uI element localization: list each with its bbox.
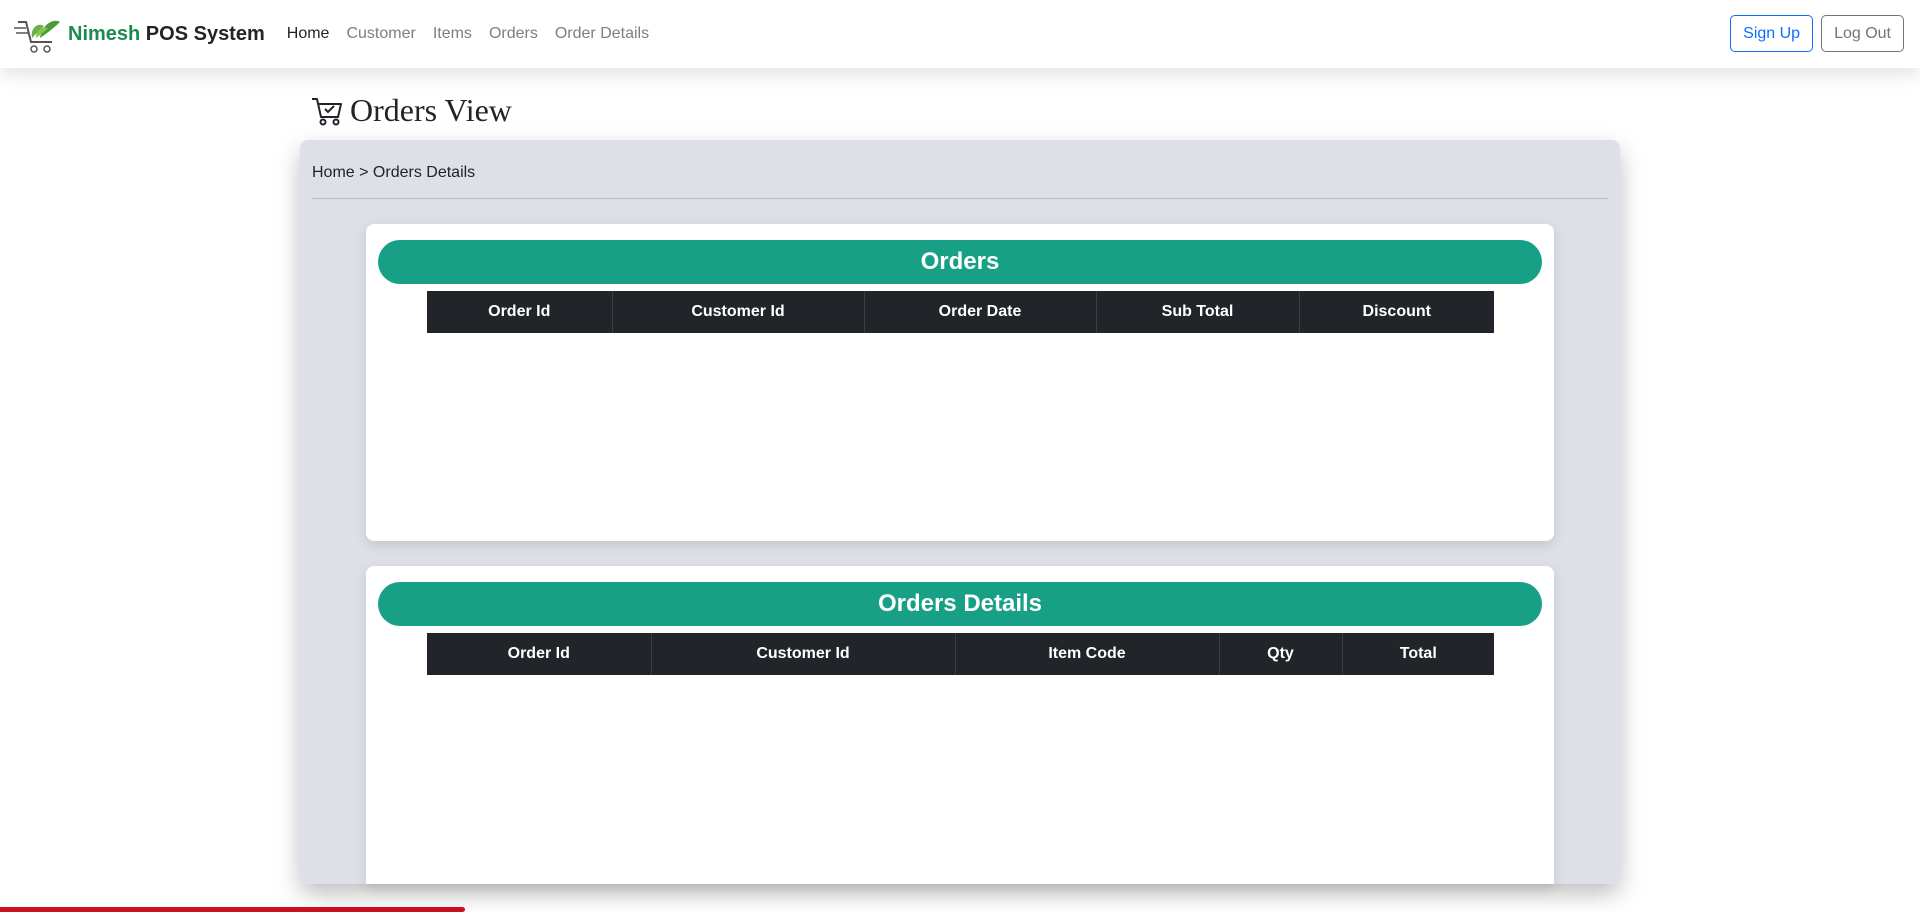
- log-out-button[interactable]: Log Out: [1821, 15, 1904, 52]
- nav-link-order-details[interactable]: Order Details: [555, 25, 649, 43]
- order-details-table: Order Id Customer Id Item Code Qty Total: [427, 633, 1494, 675]
- orders-view-panel: Home > Orders Details Orders Order Id Cu…: [300, 140, 1620, 884]
- orders-col-discount[interactable]: Discount: [1299, 291, 1494, 333]
- nav-auth-buttons: Sign Up Log Out: [1730, 15, 1904, 52]
- orders-table-header-row: Order Id Customer Id Order Date Sub Tota…: [427, 291, 1494, 333]
- page-title-text: Orders View: [350, 92, 512, 128]
- nav-link-home[interactable]: Home: [287, 25, 330, 43]
- brand-name-rest: POS System: [140, 22, 265, 45]
- page-title: Orders View: [310, 92, 512, 129]
- orders-col-order-id[interactable]: Order Id: [427, 291, 613, 333]
- details-col-qty[interactable]: Qty: [1219, 633, 1343, 675]
- details-col-item-code[interactable]: Item Code: [955, 633, 1220, 675]
- order-details-card: Orders Details Order Id Customer Id Item…: [366, 566, 1554, 884]
- orders-col-order-date[interactable]: Order Date: [864, 291, 1097, 333]
- orders-card-header: Orders: [378, 240, 1542, 284]
- breadcrumb-divider: [312, 198, 1608, 199]
- brand-name-accent: Nimesh: [68, 22, 141, 45]
- orders-table: Order Id Customer Id Order Date Sub Tota…: [427, 291, 1494, 333]
- brand[interactable]: Nimesh POS System: [14, 12, 265, 56]
- nav-links: Home Customer Items Orders Order Details: [287, 25, 666, 43]
- order-details-card-header: Orders Details: [378, 582, 1542, 626]
- nav-link-orders[interactable]: Orders: [489, 25, 538, 43]
- nav-link-customer[interactable]: Customer: [346, 25, 415, 43]
- details-col-customer-id[interactable]: Customer Id: [651, 633, 956, 675]
- page-loading-bar: [0, 907, 465, 912]
- orders-col-sub-total[interactable]: Sub Total: [1096, 291, 1300, 333]
- breadcrumb-separator: >: [354, 164, 373, 181]
- orders-col-customer-id[interactable]: Customer Id: [612, 291, 865, 333]
- shopping-cart-check-icon: [312, 97, 342, 125]
- details-col-order-id[interactable]: Order Id: [427, 633, 652, 675]
- nav-link-items[interactable]: Items: [433, 25, 472, 43]
- breadcrumb-home[interactable]: Home: [312, 164, 355, 181]
- brand-name: Nimesh POS System: [68, 23, 265, 46]
- order-details-table-header-row: Order Id Customer Id Item Code Qty Total: [427, 633, 1494, 675]
- breadcrumb: Home > Orders Details: [312, 164, 475, 182]
- orders-card: Orders Order Id Customer Id Order Date S…: [366, 224, 1554, 541]
- cart-leaf-logo-icon: [14, 20, 60, 53]
- details-col-total[interactable]: Total: [1342, 633, 1494, 675]
- sign-up-button[interactable]: Sign Up: [1730, 15, 1814, 52]
- breadcrumb-current: Orders Details: [372, 164, 476, 181]
- navbar: Nimesh POS System Home Customer Items Or…: [0, 0, 1920, 68]
